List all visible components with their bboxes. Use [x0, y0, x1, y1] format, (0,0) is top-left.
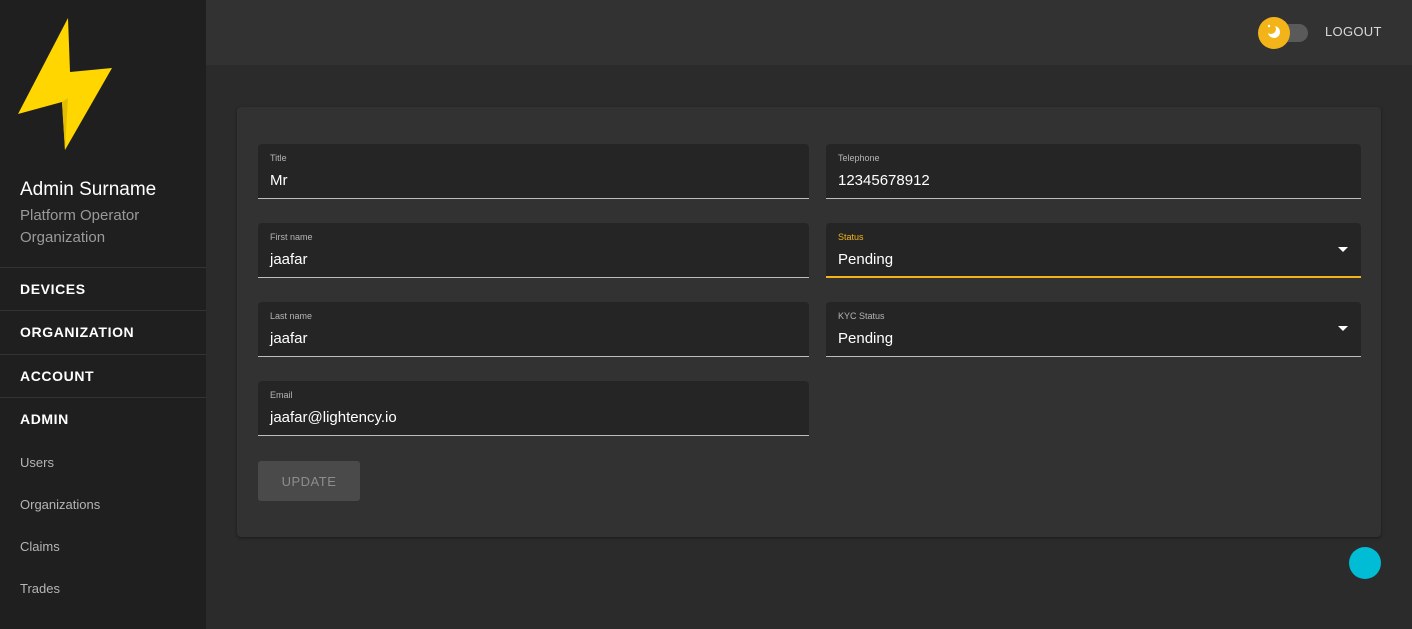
top-bar	[206, 0, 1412, 65]
last-name-field[interactable]: Last name jaafar	[258, 302, 809, 357]
telephone-label: Telephone	[838, 153, 880, 163]
status-select[interactable]: Status Pending	[826, 223, 1361, 278]
email-value: jaafar@lightency.io	[270, 409, 397, 426]
logout-button[interactable]: LOGOUT	[1325, 24, 1382, 39]
chevron-down-icon[interactable]	[1338, 247, 1348, 252]
kyc-status-value: Pending	[838, 330, 894, 347]
lightning-logo-icon	[18, 18, 114, 150]
status-value: Pending	[838, 251, 894, 268]
title-value: Mr	[270, 172, 288, 189]
nav-admin[interactable]: ADMIN	[0, 397, 206, 440]
nav-admin-claims[interactable]: Claims	[20, 539, 60, 554]
moon-icon	[1265, 22, 1283, 45]
kyc-status-select[interactable]: KYC Status Pending	[826, 302, 1361, 357]
nav-devices[interactable]: DEVICES	[0, 267, 206, 310]
user-role: Platform Operator Organization	[20, 207, 140, 246]
first-name-label: First name	[270, 232, 313, 242]
kyc-status-label: KYC Status	[838, 311, 885, 321]
email-field[interactable]: Email jaafar@lightency.io	[258, 381, 809, 436]
toggle-thumb	[1258, 17, 1290, 49]
nav-account[interactable]: ACCOUNT	[0, 354, 206, 397]
nav-admin-trades[interactable]: Trades	[20, 581, 60, 596]
telephone-field[interactable]: Telephone 12345678912	[826, 144, 1361, 199]
update-button[interactable]: UPDATE	[258, 461, 360, 501]
user-edit-form: Title Mr Telephone 12345678912 First nam…	[237, 107, 1381, 537]
chevron-down-icon[interactable]	[1338, 326, 1348, 331]
title-label: Title	[270, 153, 287, 163]
nav-organization[interactable]: ORGANIZATION	[0, 310, 206, 353]
nav-admin-users[interactable]: Users	[20, 455, 54, 470]
nav-admin-organizations[interactable]: Organizations	[20, 497, 100, 512]
last-name-label: Last name	[270, 311, 313, 321]
telephone-value: 12345678912	[838, 172, 930, 189]
first-name-value: jaafar	[270, 251, 308, 268]
status-label: Status	[838, 232, 864, 242]
floating-action-button[interactable]	[1349, 547, 1381, 579]
last-name-value: jaafar	[270, 330, 308, 347]
theme-toggle[interactable]	[1258, 17, 1310, 49]
title-field[interactable]: Title Mr	[258, 144, 809, 199]
email-label: Email	[270, 390, 293, 400]
first-name-field[interactable]: First name jaafar	[258, 223, 809, 278]
user-name: Admin Surname	[20, 179, 157, 200]
sidebar: Admin Surname Platform Operator Organiza…	[0, 0, 206, 629]
